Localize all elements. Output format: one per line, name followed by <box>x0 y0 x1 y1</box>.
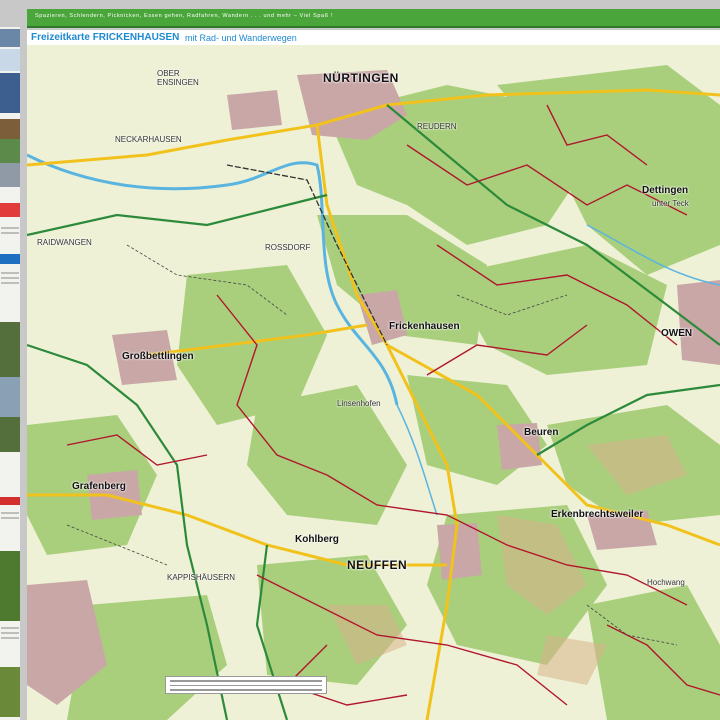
side-text-line <box>1 627 19 629</box>
info-header-bar <box>0 497 20 505</box>
legend-text-line <box>170 684 322 686</box>
label-neuffen: NEUFFEN <box>347 558 408 572</box>
photo-thumbnail <box>0 667 20 717</box>
label-grafenberg: Grafenberg <box>72 481 126 492</box>
photo-thumbnail <box>0 49 20 71</box>
map-subtitle: mit Rad- und Wanderwegen <box>185 33 297 43</box>
label-owen: OWEN <box>661 328 693 339</box>
label-kohlberg: Kohlberg <box>295 534 339 545</box>
side-text-line <box>1 227 19 229</box>
town-area <box>227 90 282 130</box>
topographic-map[interactable]: NÜRTINGEN OBER ENSINGEN NECKARHAUSEN REU… <box>27 45 720 720</box>
label-ober-ensingen: OBER ENSINGEN <box>157 69 199 87</box>
photo-thumbnail <box>0 377 20 417</box>
label-reudern: REUDERN <box>417 122 457 131</box>
label-hochwang: Hochwang <box>647 578 685 587</box>
legend-text-line <box>170 680 322 682</box>
photo-thumbnail <box>0 119 20 139</box>
label-frickenhausen: Frickenhausen <box>389 321 460 332</box>
label-linsenhofen: Linsenhofen <box>337 399 381 408</box>
label-dettingen-sub: unter Teck <box>652 199 689 208</box>
label-kappishaeusern: KAPPISHÄUSERN <box>167 573 236 582</box>
side-text-line <box>1 637 19 639</box>
road <box>27 193 328 237</box>
photo-thumbnail <box>0 139 20 163</box>
label-raidwangen: RAIDWANGEN <box>37 238 92 247</box>
forest-area <box>587 585 720 720</box>
map-title-bar: Freizeitkarte FRICKENHAUSEN mit Rad- und… <box>27 30 720 45</box>
photo-thumbnail <box>0 551 20 621</box>
photo-thumbnail <box>0 163 20 187</box>
side-text-line <box>1 517 19 519</box>
side-text-line <box>1 282 19 284</box>
town-area <box>437 523 482 580</box>
map-legend-box <box>165 676 327 694</box>
side-text-line <box>1 632 19 634</box>
forest-area <box>247 385 407 525</box>
map-board: Spazieren, Schlendern, Picknicken, Essen… <box>0 0 720 720</box>
side-text-line <box>1 232 19 234</box>
photo-thumbnail <box>0 29 20 47</box>
label-dettingen: Dettingen <box>642 185 689 196</box>
map-title: Freizeitkarte FRICKENHAUSEN <box>31 32 180 43</box>
label-rossdorf: ROSSDORF <box>265 243 311 252</box>
slogan-text: Spazieren, Schlendern, Picknicken, Essen… <box>35 13 333 19</box>
label-erkenbrechtsweiler: Erkenbrechtsweiler <box>551 509 644 520</box>
town-area <box>677 280 720 365</box>
map-canvas <box>27 65 720 720</box>
label-nuertingen: NÜRTINGEN <box>323 71 399 85</box>
side-info-panel <box>0 27 20 720</box>
label-beuren: Beuren <box>524 427 559 438</box>
label-neckarhausen: NECKARHAUSEN <box>115 135 182 144</box>
slogan-banner: Spazieren, Schlendern, Picknicken, Essen… <box>27 9 720 28</box>
photo-thumbnail <box>0 73 20 113</box>
label-grossbettlingen: Großbettlingen <box>122 351 194 362</box>
side-text-line <box>1 272 19 274</box>
legend-text-line <box>170 689 322 691</box>
photo-thumbnail <box>0 203 20 217</box>
info-header-bar <box>0 254 20 264</box>
side-text-line <box>1 277 19 279</box>
side-text-line <box>1 512 19 514</box>
